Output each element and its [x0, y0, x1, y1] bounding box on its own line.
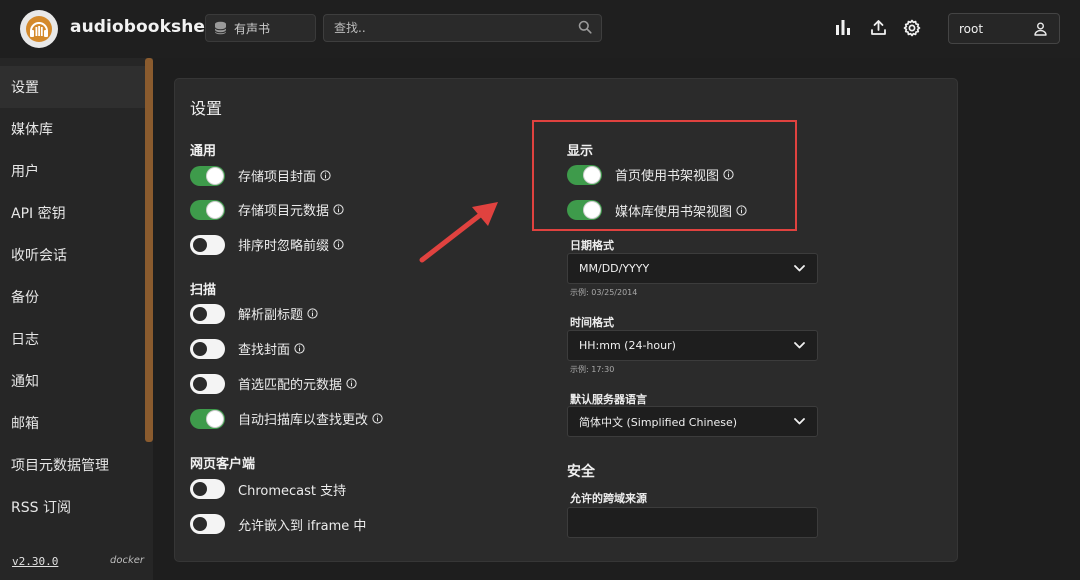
time-format-example: 示例: 17:30 — [570, 365, 615, 374]
server-language-value: 简体中文 (Simplified Chinese) — [579, 415, 738, 429]
platform-label: docker — [110, 555, 145, 566]
info-icon[interactable] — [294, 343, 305, 354]
search-icon[interactable] — [578, 20, 592, 34]
option-chromecast: Chromecast 支持 — [238, 484, 347, 499]
toggle-allow-iframe[interactable] — [190, 514, 225, 534]
info-icon[interactable] — [333, 204, 344, 215]
database-icon — [214, 21, 227, 35]
annotation-highlight-box — [532, 120, 797, 231]
option-prefer-matched-metadata: 首选匹配的元数据 — [238, 374, 357, 393]
library-name: 有声书 — [234, 21, 271, 36]
user-menu-button[interactable]: root — [948, 13, 1060, 44]
section-web-client-heading: 网页客户端 — [190, 457, 256, 472]
section-security-heading: 安全 — [567, 464, 595, 480]
app-name[interactable]: audiobookshelf — [70, 17, 218, 37]
date-format-label: 日期格式 — [570, 239, 614, 252]
user-name: root — [959, 21, 984, 36]
sidebar-item-email[interactable]: 邮箱 — [0, 402, 153, 444]
toggle-chromecast[interactable] — [190, 479, 225, 499]
option-ignore-prefix: 排序时忽略前缀 — [238, 235, 344, 254]
toggle-store-cover[interactable] — [190, 166, 225, 186]
option-auto-scan: 自动扫描库以查找更改 — [238, 409, 383, 428]
toggle-parse-subtitle[interactable] — [190, 304, 225, 324]
toggle-prefer-matched-metadata[interactable] — [190, 374, 225, 394]
option-store-cover: 存储项目封面 — [238, 166, 331, 185]
sidebar-item-libraries[interactable]: 媒体库 — [0, 108, 153, 150]
option-allow-iframe: 允许嵌入到 iframe 中 — [238, 519, 367, 534]
sidebar-item-notifications[interactable]: 通知 — [0, 360, 153, 402]
toggle-find-cover[interactable] — [190, 339, 225, 359]
sidebar-item-rss-feeds[interactable]: RSS 订阅 — [0, 486, 153, 528]
date-format-example: 示例: 03/25/2014 — [570, 288, 638, 297]
time-format-label: 时间格式 — [570, 316, 614, 329]
sidebar-item-users[interactable]: 用户 — [0, 150, 153, 192]
date-format-select[interactable]: MM/DD/YYYY — [567, 253, 818, 284]
app-logo-icon[interactable] — [20, 10, 58, 48]
settings-gear-icon[interactable] — [903, 19, 921, 37]
chevron-down-icon — [794, 418, 805, 425]
sidebar-item-settings[interactable]: 设置 — [0, 66, 153, 108]
toggle-store-metadata[interactable] — [190, 200, 225, 220]
library-selector[interactable]: 有声书 — [205, 14, 316, 42]
toggle-ignore-prefix[interactable] — [190, 235, 225, 255]
toggle-auto-scan[interactable] — [190, 409, 225, 429]
upload-icon[interactable] — [870, 19, 887, 36]
time-format-select[interactable]: HH:mm (24-hour) — [567, 330, 818, 361]
page-title: 设置 — [190, 99, 223, 118]
top-bar: audiobookshelf 有声书 root — [0, 0, 1080, 58]
sidebar-item-listening-sessions[interactable]: 收听会话 — [0, 234, 153, 276]
date-format-value: MM/DD/YYYY — [579, 262, 650, 275]
version-link[interactable]: v2.30.0 — [12, 555, 58, 568]
sidebar-item-backups[interactable]: 备份 — [0, 276, 153, 318]
option-store-metadata: 存储项目元数据 — [238, 200, 344, 219]
stats-icon[interactable] — [835, 19, 851, 36]
sidebar-item-api-keys[interactable]: API 密钥 — [0, 192, 153, 234]
option-find-cover: 查找封面 — [238, 339, 305, 358]
sidebar: 设置 媒体库 用户 API 密钥 收听会话 备份 日志 通知 邮箱 项目元数据管… — [0, 58, 153, 580]
chevron-down-icon — [794, 342, 805, 349]
info-icon[interactable] — [346, 378, 357, 389]
sidebar-scrollbar[interactable] — [145, 58, 153, 442]
option-parse-subtitle: 解析副标题 — [238, 304, 318, 323]
info-icon[interactable] — [307, 308, 318, 319]
section-scan-heading: 扫描 — [190, 283, 217, 298]
cors-origins-input[interactable] — [567, 507, 818, 538]
cors-origins-label: 允许的跨域来源 — [570, 492, 647, 505]
chevron-down-icon — [794, 265, 805, 272]
server-language-label: 默认服务器语言 — [570, 393, 647, 406]
search-input[interactable] — [323, 14, 602, 42]
server-language-select[interactable]: 简体中文 (Simplified Chinese) — [567, 406, 818, 437]
info-icon[interactable] — [320, 170, 331, 181]
info-icon[interactable] — [372, 413, 383, 424]
sidebar-item-metadata-management[interactable]: 项目元数据管理 — [0, 444, 153, 486]
annotation-arrow-icon — [419, 202, 498, 263]
user-icon — [1034, 22, 1047, 36]
sidebar-item-logs[interactable]: 日志 — [0, 318, 153, 360]
time-format-value: HH:mm (24-hour) — [579, 339, 676, 352]
info-icon[interactable] — [333, 239, 344, 250]
section-general-heading: 通用 — [190, 144, 217, 159]
